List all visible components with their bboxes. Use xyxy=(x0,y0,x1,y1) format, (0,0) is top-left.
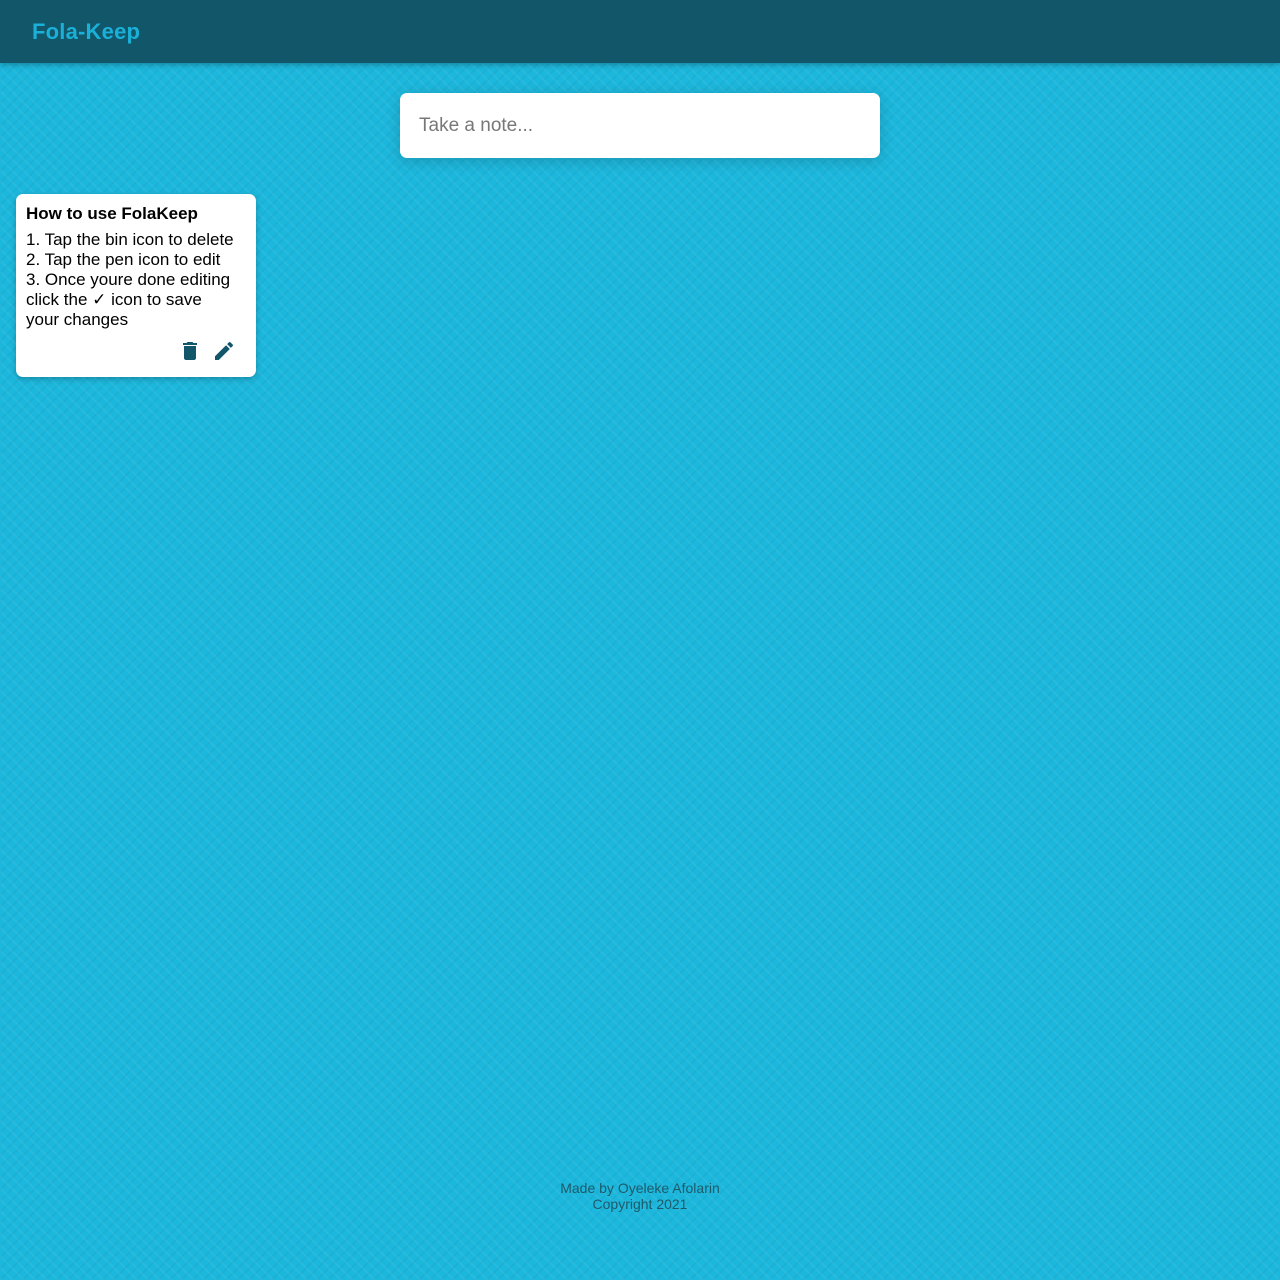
trash-icon xyxy=(183,342,197,360)
app-header: Fola-Keep xyxy=(0,0,1280,63)
take-note-input[interactable] xyxy=(400,93,880,158)
note-line: 2. Tap the pen icon to edit xyxy=(26,250,221,269)
note-line: click the ✓ icon to save xyxy=(26,290,202,309)
delete-note-button[interactable] xyxy=(178,339,202,363)
note-title: How to use FolaKeep xyxy=(26,204,198,223)
pencil-icon xyxy=(215,341,234,360)
note-line: 3. Once youre done editing xyxy=(26,270,231,289)
note-content: 1. Tap the bin icon to delete 2. Tap the… xyxy=(26,230,246,330)
create-note-form xyxy=(400,93,880,158)
footer-copyright: Copyright 2021 xyxy=(592,1196,688,1212)
note-card: How to use FolaKeep 1. Tap the bin icon … xyxy=(16,194,256,377)
footer-credit: Made by Oyeleke Afolarin xyxy=(560,1180,720,1196)
note-line: your changes xyxy=(26,310,129,329)
app-footer: Made by Oyeleke Afolarin Copyright 2021 xyxy=(0,1180,1280,1212)
note-actions xyxy=(168,339,236,363)
edit-note-button[interactable] xyxy=(212,339,236,363)
app-title: Fola-Keep xyxy=(32,19,141,44)
note-line: 1. Tap the bin icon to delete xyxy=(26,230,234,249)
